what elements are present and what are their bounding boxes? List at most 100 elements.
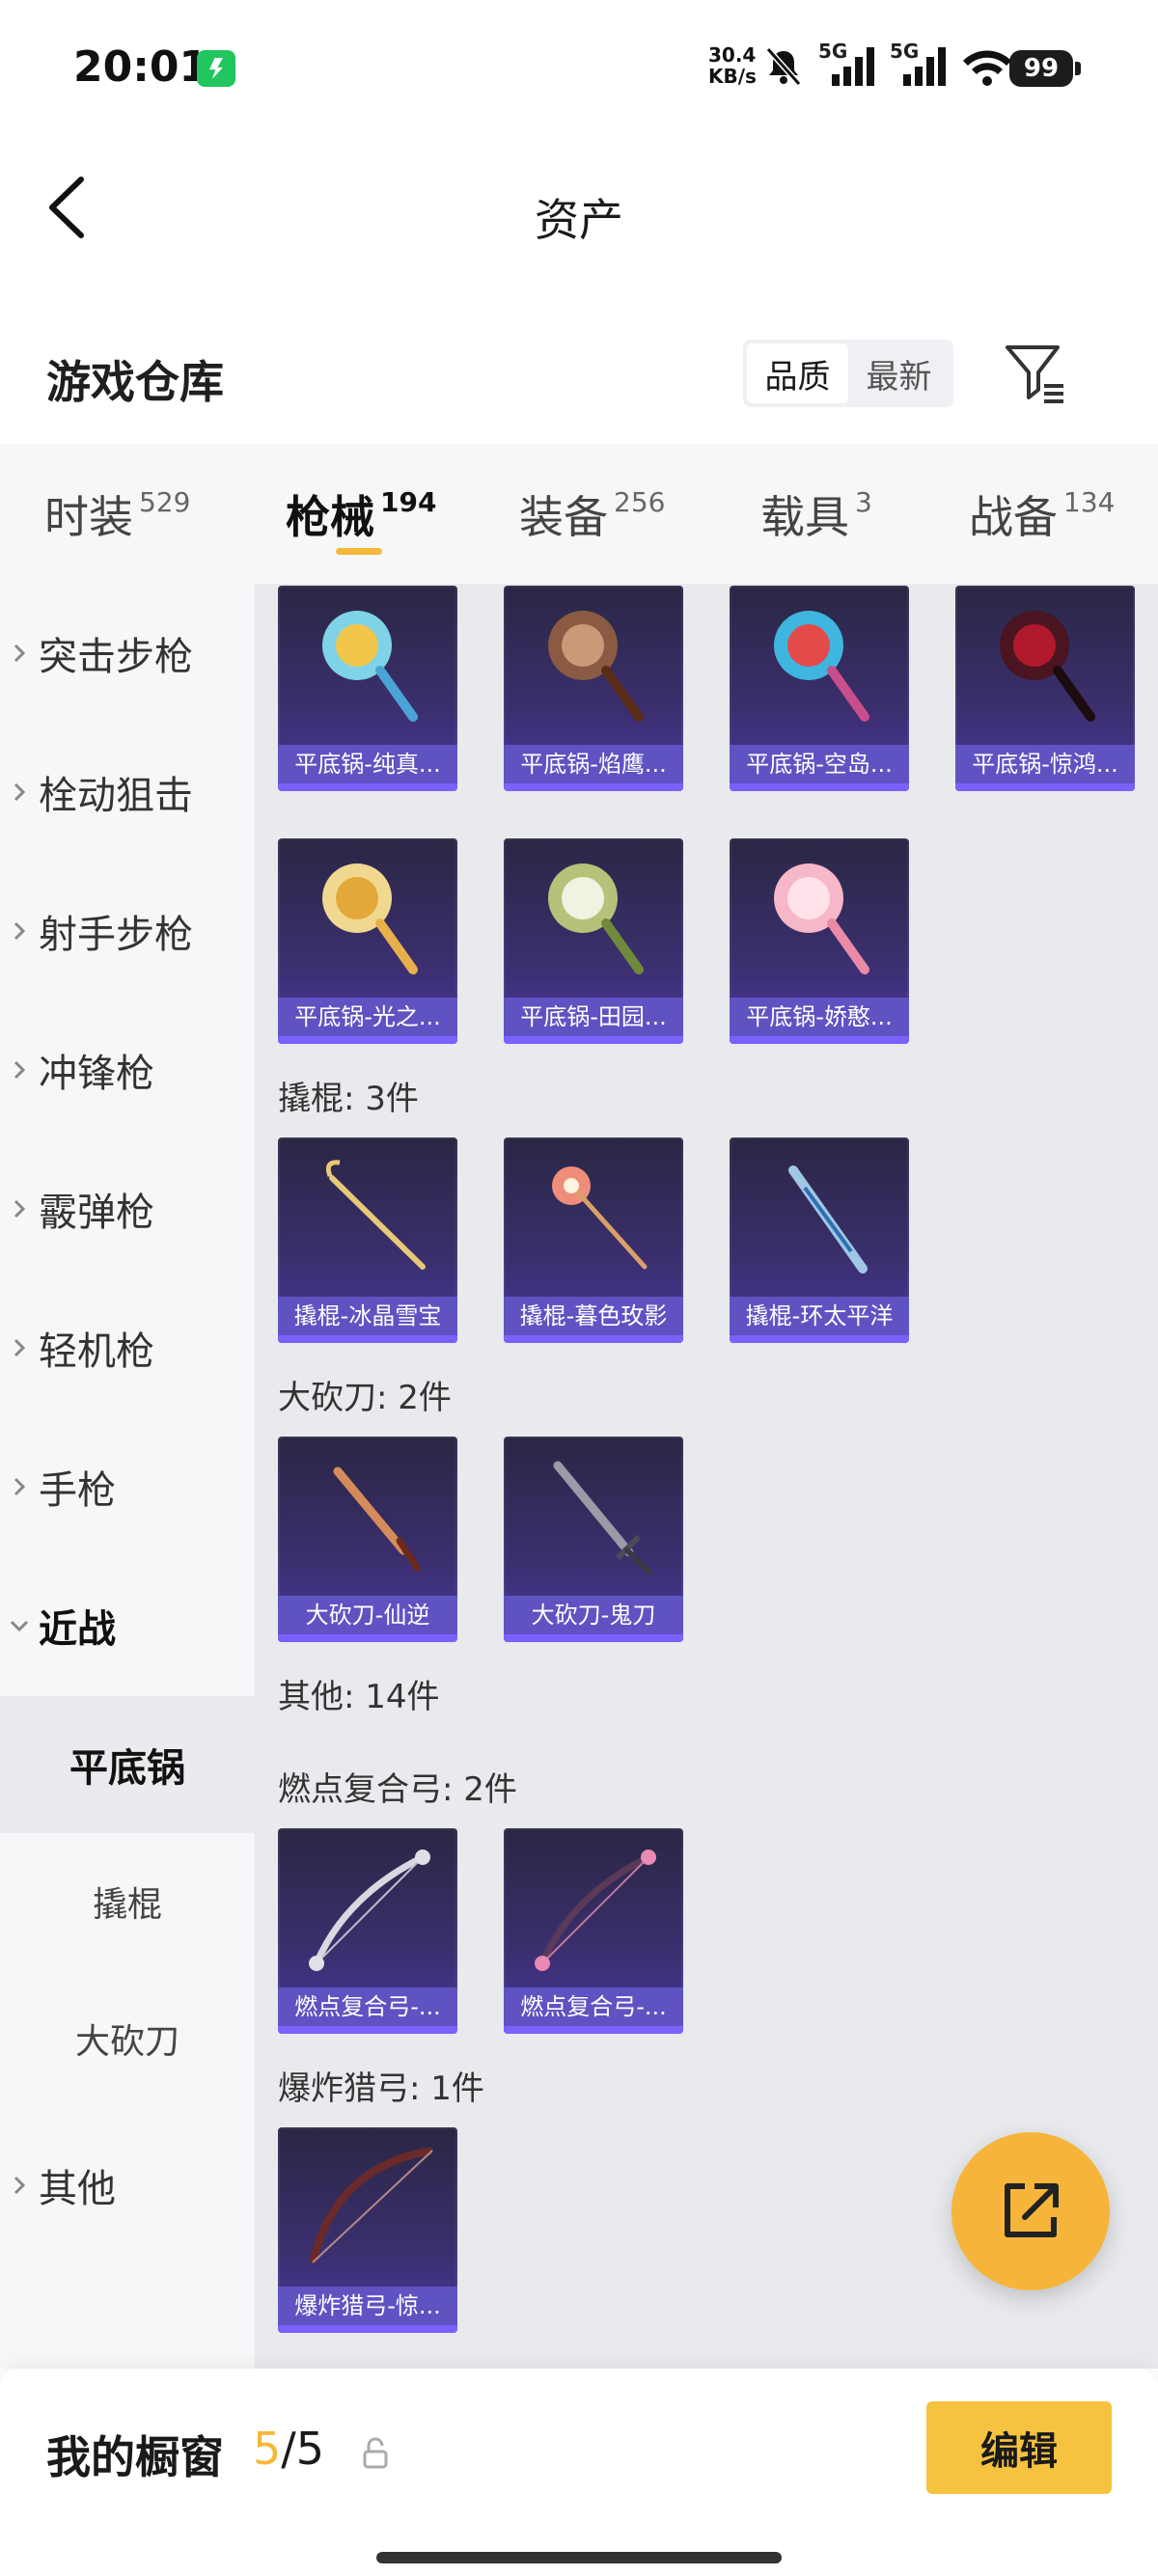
filter-button[interactable] <box>1004 342 1069 407</box>
tab-count: 256 <box>614 486 666 518</box>
item-card[interactable]: 平底锅-空岛... <box>730 586 909 791</box>
pan-thumbnail <box>548 611 644 722</box>
network-speed-unit: KB/s <box>708 65 757 88</box>
section-heading-machete: 大砍刀: 2件 <box>278 1379 452 1417</box>
chevron-right-icon <box>0 1336 39 1359</box>
sidebar-sub-item-pan[interactable]: 平底锅 <box>0 1696 255 1833</box>
item-card[interactable]: 大砍刀-仙逆 <box>278 1437 457 1642</box>
item-card[interactable]: 大砍刀-鬼刀 <box>504 1437 683 1642</box>
item-card[interactable]: 爆炸猎弓-惊... <box>278 2127 457 2333</box>
rarity-strip <box>278 1335 457 1343</box>
tab-equipment[interactable]: 装备 256 <box>519 482 665 546</box>
status-bar: 20:01 30.4 KB/s 5G 5G 99 <box>0 0 1158 135</box>
rarity-strip <box>955 783 1135 791</box>
chevron-right-icon <box>0 1475 39 1498</box>
sidebar-item-melee[interactable]: 近战 <box>0 1577 255 1674</box>
sidebar-item-label: 射手步枪 <box>39 913 193 957</box>
item-card[interactable]: 燃点复合弓-... <box>278 1828 457 2034</box>
chevron-right-icon <box>0 642 39 665</box>
sort-toggle: 品质 最新 <box>743 340 953 407</box>
item-card[interactable]: 平底锅-娇憨... <box>730 838 909 1044</box>
item-card[interactable]: 撬棍-冰晶雪宝 <box>278 1137 457 1343</box>
pan-thumbnail <box>774 863 869 974</box>
item-name: 平底锅-空岛... <box>730 745 909 783</box>
sidebar-sub-item-crowbar[interactable]: 撬棍 <box>0 1833 255 1970</box>
sidebar-item-label: 手枪 <box>39 1468 116 1513</box>
chevron-right-icon <box>0 1058 39 1082</box>
export-button[interactable] <box>951 2132 1110 2290</box>
item-name: 撬棍-冰晶雪宝 <box>278 1297 457 1335</box>
sidebar-item-label: 栓动狙击 <box>39 774 193 818</box>
tab-label: 载具 <box>760 491 849 543</box>
sidebar-item-label: 近战 <box>39 1607 116 1652</box>
rarity-strip <box>730 783 909 791</box>
home-indicator <box>376 2552 782 2563</box>
sidebar-item-label: 霰弹枪 <box>39 1191 154 1235</box>
warehouse-row: 游戏仓库 品质 最新 <box>0 318 1158 434</box>
sidebar-item-marksman-rifle[interactable]: 射手步枪 <box>0 883 255 979</box>
item-grid: 平底锅-纯真... 平底锅-焰鹰... 平底锅-空岛... 平底锅-惊鸿... … <box>255 584 1158 2369</box>
item-card[interactable]: 平底锅-惊鸿... <box>955 586 1135 791</box>
sidebar-item-smg[interactable]: 冲锋枪 <box>0 1022 255 1118</box>
rarity-strip <box>278 1634 457 1642</box>
chevron-right-icon <box>0 1197 39 1220</box>
tab-firearms[interactable]: 枪械 194 <box>286 482 436 546</box>
item-name: 燃点复合弓-... <box>504 1987 683 2026</box>
item-card[interactable]: 撬棍-暮色玫影 <box>504 1137 683 1343</box>
sidebar-item-lmg[interactable]: 轻机枪 <box>0 1300 255 1396</box>
filter-icon <box>1006 345 1063 403</box>
sort-newest-option[interactable]: 最新 <box>848 343 950 403</box>
network-speed-value: 30.4 <box>708 43 757 67</box>
section-heading-crowbar: 撬棍: 3件 <box>278 1080 419 1118</box>
sidebar-item-pistol[interactable]: 手枪 <box>0 1439 255 1535</box>
showcase-count: 5/5 <box>253 2423 324 2475</box>
sidebar-item-assault-rifle[interactable]: 突击步枪 <box>0 605 255 701</box>
battery-saver-icon <box>197 50 235 87</box>
sidebar: 突击步枪 栓动狙击 射手步枪 冲锋枪 霰弹枪 轻机枪 手枪 近战 平底锅 撬棍 … <box>0 584 255 2369</box>
item-card[interactable]: 平底锅-纯真... <box>278 586 457 791</box>
rarity-strip <box>278 783 457 791</box>
tab-battle-gear[interactable]: 战备 134 <box>969 482 1115 546</box>
rarity-strip <box>278 2325 457 2333</box>
item-card[interactable]: 燃点复合弓-... <box>504 1828 683 2034</box>
signal-bars-icon <box>832 47 874 86</box>
sidebar-item-label: 其他 <box>39 2167 116 2211</box>
item-card[interactable]: 平底锅-田园... <box>504 838 683 1044</box>
tab-vehicles[interactable]: 载具 3 <box>760 482 872 546</box>
showcase-separator: / <box>281 2423 296 2475</box>
item-card[interactable]: 平底锅-焰鹰... <box>504 586 683 791</box>
sort-quality-option[interactable]: 品质 <box>747 343 848 403</box>
pan-thumbnail <box>1000 611 1095 722</box>
page-title: 资产 <box>535 194 623 246</box>
showcase-max: 5 <box>295 2423 325 2475</box>
crowbar-thumbnail <box>325 1160 426 1270</box>
sidebar-sub-item-machete[interactable]: 大砍刀 <box>0 1970 255 2107</box>
tab-label: 枪械 <box>286 491 374 543</box>
pan-thumbnail <box>322 611 418 722</box>
edit-button[interactable]: 编辑 <box>926 2401 1112 2494</box>
bow-thumbnail <box>309 1850 430 1971</box>
status-icons: 5G 5G <box>762 40 1013 91</box>
signal-1: 5G <box>818 40 876 88</box>
item-card[interactable]: 撬棍-环太平洋 <box>730 1137 909 1343</box>
tab-fashion[interactable]: 时装 529 <box>44 482 190 546</box>
signal-bars-icon <box>903 47 946 86</box>
category-tabs: 时装 529 枪械 194 装备 256 载具 3 战备 134 <box>0 444 1158 584</box>
sidebar-item-bolt-sniper[interactable]: 栓动狙击 <box>0 744 255 840</box>
signal-2: 5G <box>890 40 948 88</box>
rarity-strip <box>730 1335 909 1343</box>
item-name: 平底锅-娇憨... <box>730 998 909 1036</box>
rarity-strip <box>504 783 683 791</box>
machete-thumbnail <box>333 1466 421 1572</box>
section-heading-other: 其他: 14件 <box>278 1678 440 1716</box>
tab-count: 529 <box>139 486 191 518</box>
item-name: 平底锅-光之... <box>278 998 457 1036</box>
sidebar-item-other[interactable]: 其他 <box>0 2137 255 2233</box>
item-card[interactable]: 平底锅-光之... <box>278 838 457 1044</box>
rarity-strip <box>504 1036 683 1044</box>
pan-thumbnail <box>322 863 418 974</box>
battery-indicator: 99 <box>1009 50 1081 87</box>
sidebar-item-shotgun[interactable]: 霰弹枪 <box>0 1161 255 1257</box>
chevron-down-icon <box>0 1617 39 1634</box>
showcase-label: 我的橱窗 <box>46 2431 224 2483</box>
